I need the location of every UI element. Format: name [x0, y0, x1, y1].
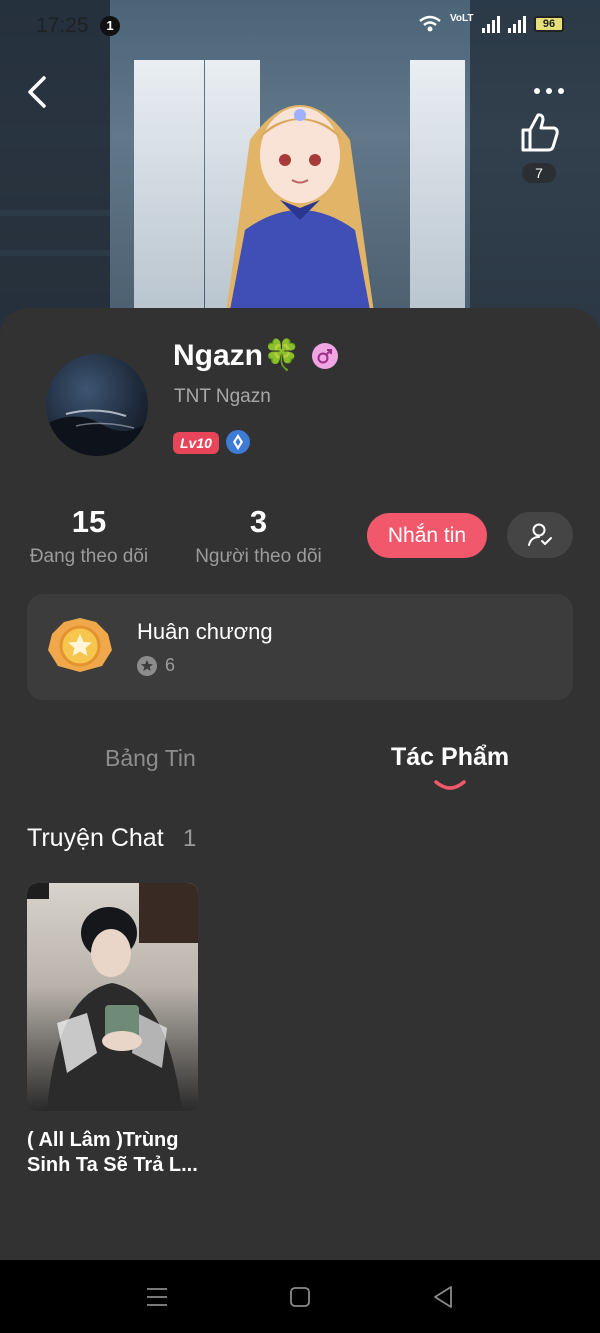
avatar-image — [46, 409, 148, 456]
back-arrow-icon[interactable] — [22, 72, 54, 112]
thumbs-up-icon — [521, 113, 559, 152]
status-bar: 17:25 1 VoLTE 96 — [0, 0, 600, 52]
notification-count-badge: 1 — [100, 16, 120, 36]
tab-feed[interactable]: Bảng Tin — [105, 745, 196, 772]
more-dots-icon[interactable] — [534, 84, 574, 98]
battery-icon: 96 — [534, 16, 564, 32]
wifi-icon — [419, 15, 441, 32]
followers-label: Người theo dõi — [195, 546, 322, 567]
tab-works[interactable]: Tác Phẩm — [391, 743, 509, 772]
following-label: Đang theo dõi — [29, 546, 149, 567]
message-button[interactable]: Nhắn tin — [367, 513, 487, 558]
active-tab-indicator — [434, 780, 466, 790]
signal-icon — [482, 15, 500, 33]
like-count: 7 — [522, 163, 556, 183]
level-badge: Lv10 — [173, 432, 219, 454]
menu-icon[interactable] — [146, 1286, 168, 1308]
back-triangle-icon[interactable] — [432, 1285, 454, 1309]
star-icon — [137, 655, 157, 676]
vip-diamond-icon — [226, 430, 250, 454]
medal-icon — [48, 618, 112, 672]
status-icons: VoLTE 96 — [418, 14, 564, 34]
followers-count: 3 — [249, 504, 268, 539]
story-cover-image[interactable] — [27, 883, 198, 1111]
section-count: 1 — [183, 825, 197, 852]
username: Ngazn🍀 — [173, 338, 339, 373]
character-illustration — [225, 105, 375, 320]
medal-count-row: 6 — [137, 655, 175, 676]
medal-count: 6 — [165, 655, 176, 675]
medal-title: Huân chương — [137, 619, 273, 644]
section-title: Truyện Chat — [27, 824, 164, 852]
follow-user-check-icon — [528, 523, 552, 546]
system-nav-bar — [0, 1260, 600, 1333]
followers-stat[interactable]: 3 Người theo dõi — [192, 504, 325, 568]
following-count: 15 — [71, 504, 107, 539]
signal-icon — [508, 15, 526, 33]
avatar[interactable] — [46, 354, 148, 456]
story-cover-art — [27, 883, 198, 1111]
following-stat[interactable]: 15 Đang theo dõi — [27, 504, 151, 568]
status-time: 17:25 — [36, 14, 89, 37]
follow-button[interactable] — [507, 512, 573, 558]
username-text: Ngazn🍀 — [173, 339, 301, 372]
gender-female-icon — [312, 342, 339, 369]
like-button[interactable]: 7 — [514, 110, 564, 183]
home-square-icon[interactable] — [289, 1286, 311, 1308]
profile-subname: TNT Ngazn — [174, 386, 271, 407]
story-title[interactable]: ( All Lâm )Trùng Sinh Ta Sẽ Trả L... — [27, 1128, 207, 1178]
volte-label: VoLTE — [450, 14, 474, 24]
